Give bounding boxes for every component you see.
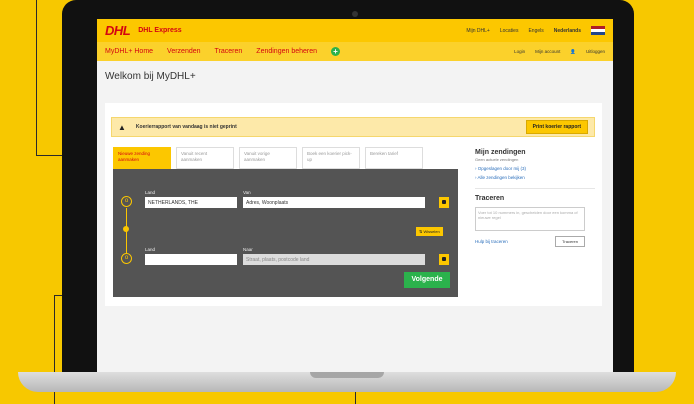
- nav-right: Login Mijn account 👤 Uitloggen: [514, 49, 605, 55]
- warning-icon: ▲: [118, 122, 126, 132]
- user-icon: 👤: [570, 48, 576, 54]
- shipment-form: o o Land NETHERLANDS, THE Van Adres, Woo…: [113, 169, 458, 297]
- courier-alert: ▲ Koerierrapport van vandaag is niet gep…: [111, 117, 595, 137]
- my-shipments-subtitle: Geen actuele zendingen: [475, 157, 519, 162]
- alert-text: Koerierrapport van vandaag is niet gepri…: [135, 124, 237, 130]
- tracking-help-link[interactable]: Hulp bij traceren: [475, 239, 508, 244]
- main-nav: MyDHL+ Home Verzenden Traceren Zendingen…: [97, 42, 613, 61]
- page-title: Welkom bij MyDHL+: [105, 71, 196, 82]
- tab-from-previous[interactable]: Vanuit vorige aanmaken: [239, 147, 297, 169]
- laptop-notch: [310, 372, 384, 378]
- top-link-locations[interactable]: Locaties: [500, 28, 519, 34]
- nav-track[interactable]: Traceren: [215, 48, 243, 55]
- plus-icon[interactable]: +: [331, 47, 341, 56]
- nav-login[interactable]: Login: [514, 49, 525, 54]
- origin-marker-icon: o: [121, 196, 132, 207]
- print-courier-report-button[interactable]: Print koerier rapport: [525, 120, 588, 134]
- tab-calculate-rate[interactable]: Bereken tarief: [365, 147, 423, 169]
- destination-marker-icon: o: [121, 253, 132, 264]
- screen: DHL DHL Express Mijn DHL+ Locaties Engel…: [97, 19, 613, 372]
- top-links: Mijn DHL+ Locaties Engels Nederlands: [466, 26, 605, 35]
- top-link-dutch[interactable]: Nederlands: [554, 28, 581, 34]
- sidebar: Mijn zendingen Geen actuele zendingen › …: [475, 149, 595, 247]
- to-country-field[interactable]: [145, 254, 237, 265]
- from-country-label: Land: [145, 190, 156, 195]
- shipment-tabs: Nieuwe zending aanmaken Vanuit recent aa…: [113, 147, 423, 169]
- to-address-book-icon[interactable]: [439, 254, 449, 265]
- nav-ship[interactable]: Verzenden: [167, 48, 200, 55]
- camera-icon: [352, 11, 358, 17]
- route-dot: [123, 226, 129, 232]
- saved-shipments-link[interactable]: › Opgeslagen door mij (3): [475, 166, 595, 171]
- tab-new-shipment[interactable]: Nieuwe zending aanmaken: [113, 147, 171, 169]
- product-name: DHL Express: [138, 27, 182, 34]
- track-button[interactable]: Traceren: [555, 236, 585, 247]
- dhl-logo[interactable]: DHL: [105, 23, 131, 38]
- nav-logout[interactable]: Uitloggen: [586, 49, 605, 54]
- tracking-input[interactable]: Voer tot 10 nummers in, gescheiden door …: [475, 207, 585, 231]
- top-link-mydhl[interactable]: Mijn DHL+: [466, 28, 489, 34]
- top-link-english[interactable]: Engels: [528, 28, 543, 34]
- top-bar: DHL DHL Express Mijn DHL+ Locaties Engel…: [97, 19, 613, 42]
- my-shipments-title: Mijn zendingen: [475, 149, 526, 156]
- tracking-actions: Hulp bij traceren Traceren: [475, 236, 585, 247]
- nav-account[interactable]: Mijn account: [535, 49, 560, 54]
- track-title: Traceren: [475, 195, 505, 202]
- swap-button[interactable]: ⇅ Wisselen: [416, 227, 443, 236]
- from-country-field[interactable]: NETHERLANDS, THE: [145, 197, 237, 208]
- callout-line: [36, 0, 37, 156]
- to-country-label: Land: [145, 247, 156, 252]
- from-address-book-icon[interactable]: [439, 197, 449, 208]
- nav-manage[interactable]: Zendingen beheren: [256, 48, 317, 55]
- from-city-field[interactable]: Adres, Woonplaats: [243, 197, 425, 208]
- nav-home[interactable]: MyDHL+ Home: [105, 48, 153, 55]
- to-city-field[interactable]: Straat, plaats, postcode land: [243, 254, 425, 265]
- main-content: ▲ Koerierrapport van vandaag is niet gep…: [105, 103, 602, 306]
- netherlands-flag-icon[interactable]: [591, 26, 605, 35]
- tab-book-pickup[interactable]: Boek een koerier pick-up: [302, 147, 360, 169]
- to-city-label: Naar: [243, 247, 253, 252]
- laptop-frame: DHL DHL Express Mijn DHL+ Locaties Engel…: [62, 0, 634, 378]
- next-button[interactable]: Volgende: [404, 272, 450, 288]
- all-shipments-link[interactable]: › Alle zendingen bekijken: [475, 175, 595, 180]
- from-city-label: Van: [243, 190, 251, 195]
- tab-from-recent[interactable]: Vanuit recent aanmaken: [176, 147, 234, 169]
- divider: [475, 188, 595, 189]
- laptop-base: [18, 372, 676, 392]
